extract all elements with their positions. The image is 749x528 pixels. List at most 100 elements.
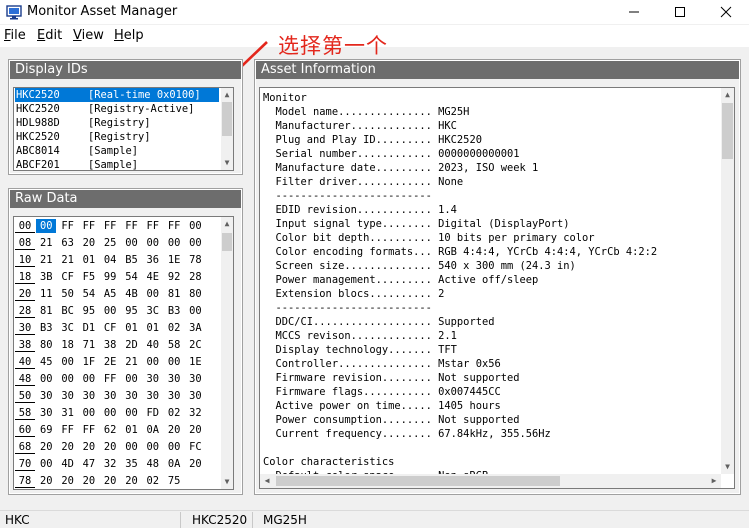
raw-byte-cell[interactable]: 01 [122, 321, 142, 335]
maximize-button[interactable] [657, 0, 703, 24]
raw-byte-cell[interactable]: 2D [122, 338, 142, 352]
raw-byte-cell[interactable]: 50 [58, 287, 78, 301]
raw-byte-cell[interactable]: 00 [79, 406, 99, 420]
raw-byte-cell[interactable]: 30 [100, 389, 120, 403]
raw-byte-cell[interactable]: 00 [122, 406, 142, 420]
display-ids-scrollbar[interactable]: ▲ ▼ [221, 88, 233, 170]
raw-byte-cell[interactable]: 00 [79, 372, 99, 386]
raw-data-scrollbar[interactable]: ▲ ▼ [221, 217, 233, 489]
raw-byte-cell[interactable]: B5 [122, 253, 142, 267]
raw-byte-cell[interactable]: 2E [100, 355, 120, 369]
menu-help[interactable]: Help [114, 28, 144, 43]
raw-byte-cell[interactable]: 00 [164, 236, 184, 250]
raw-byte-cell[interactable]: BC [58, 304, 78, 318]
raw-byte-cell[interactable]: 80 [36, 338, 56, 352]
raw-byte-cell[interactable]: 31 [58, 406, 78, 420]
raw-byte-cell[interactable]: 4E [143, 270, 163, 284]
raw-byte-cell[interactable]: 00 [164, 440, 184, 454]
raw-byte-cell[interactable]: 00 [143, 355, 163, 369]
raw-byte-cell[interactable] [185, 474, 205, 488]
raw-byte-cell[interactable]: 3C [143, 304, 163, 318]
raw-byte-cell[interactable]: 20 [185, 457, 205, 471]
raw-byte-cell[interactable]: 00 [100, 304, 120, 318]
raw-byte-cell[interactable]: 69 [36, 423, 56, 437]
raw-byte-cell[interactable]: 00 [185, 219, 205, 233]
raw-byte-cell[interactable]: 40 [143, 338, 163, 352]
scroll-down-icon[interactable]: ▼ [221, 475, 233, 489]
scroll-thumb[interactable] [222, 102, 232, 136]
raw-byte-cell[interactable]: 30 [164, 389, 184, 403]
raw-byte-cell[interactable]: 30 [36, 389, 56, 403]
raw-byte-cell[interactable]: 4D [58, 457, 78, 471]
scroll-up-icon[interactable]: ▲ [221, 88, 233, 102]
raw-byte-cell[interactable]: 30 [122, 389, 142, 403]
raw-byte-cell[interactable]: 62 [100, 423, 120, 437]
raw-byte-cell[interactable]: 35 [122, 457, 142, 471]
display-id-row[interactable]: ABCF201 [Sample] [15, 158, 219, 170]
minimize-button[interactable] [611, 0, 657, 24]
raw-byte-cell[interactable]: 20 [122, 474, 142, 488]
raw-byte-cell[interactable]: 25 [100, 236, 120, 250]
raw-byte-cell[interactable]: 30 [164, 372, 184, 386]
raw-byte-cell[interactable]: 1E [185, 355, 205, 369]
raw-byte-cell[interactable]: 00 [122, 440, 142, 454]
display-ids-list[interactable]: HKC2520 [Real-time 0x0100] HKC2520 [Regist… [13, 87, 234, 171]
display-id-row[interactable]: HKC2520 [Registry-Active] [15, 102, 219, 116]
raw-byte-cell[interactable]: 20 [100, 440, 120, 454]
raw-byte-cell[interactable]: 30 [143, 389, 163, 403]
raw-byte-cell[interactable]: FF [122, 219, 142, 233]
raw-byte-cell[interactable]: 38 [100, 338, 120, 352]
raw-byte-cell[interactable]: FF [58, 219, 78, 233]
raw-byte-cell[interactable]: 28 [185, 270, 205, 284]
raw-byte-cell[interactable]: FF [100, 372, 120, 386]
raw-byte-cell[interactable]: B3 [36, 321, 56, 335]
raw-byte-cell[interactable]: 20 [79, 236, 99, 250]
raw-byte-cell[interactable]: F5 [79, 270, 99, 284]
raw-byte-cell[interactable]: 00 [122, 236, 142, 250]
raw-byte-cell[interactable]: D1 [79, 321, 99, 335]
raw-byte-cell[interactable]: 32 [185, 406, 205, 420]
raw-byte-cell[interactable]: FF [143, 219, 163, 233]
raw-byte-cell[interactable]: FF [58, 423, 78, 437]
raw-byte-cell[interactable]: 95 [79, 304, 99, 318]
raw-byte-cell[interactable]: 00 [58, 355, 78, 369]
raw-byte-cell[interactable]: 95 [122, 304, 142, 318]
raw-byte-cell[interactable]: 54 [79, 287, 99, 301]
asset-info-hscrollbar[interactable]: ◀ ▶ [260, 474, 721, 488]
raw-byte-cell[interactable]: 48 [143, 457, 163, 471]
raw-byte-cell[interactable]: 00 [143, 236, 163, 250]
raw-byte-cell[interactable]: 47 [79, 457, 99, 471]
raw-byte-cell[interactable]: 20 [58, 474, 78, 488]
raw-byte-cell[interactable]: 54 [122, 270, 142, 284]
raw-byte-cell[interactable]: 75 [164, 474, 184, 488]
display-id-row[interactable]: HKC2520 [Real-time 0x0100] [15, 88, 219, 102]
raw-byte-cell[interactable]: 20 [58, 440, 78, 454]
menu-view[interactable]: View [73, 28, 104, 43]
raw-byte-cell[interactable]: 58 [164, 338, 184, 352]
raw-byte-cell[interactable]: 01 [143, 321, 163, 335]
raw-byte-cell[interactable]: CF [100, 321, 120, 335]
asset-info-vscrollbar[interactable]: ▲ ▼ [721, 88, 734, 474]
raw-byte-cell[interactable]: 0A [143, 423, 163, 437]
raw-byte-cell[interactable]: 00 [36, 219, 57, 233]
scroll-down-icon[interactable]: ▼ [721, 460, 734, 474]
raw-byte-cell[interactable]: 01 [122, 423, 142, 437]
raw-byte-cell[interactable]: 21 [122, 355, 142, 369]
menu-file[interactable]: File [4, 28, 26, 43]
raw-byte-cell[interactable]: 32 [100, 457, 120, 471]
raw-byte-cell[interactable]: 02 [164, 321, 184, 335]
raw-byte-cell[interactable]: CF [58, 270, 78, 284]
raw-byte-cell[interactable]: 00 [122, 372, 142, 386]
raw-byte-cell[interactable]: 3A [185, 321, 205, 335]
raw-byte-cell[interactable]: 71 [79, 338, 99, 352]
scroll-right-icon[interactable]: ▶ [707, 474, 721, 488]
raw-byte-cell[interactable]: FD [143, 406, 163, 420]
raw-byte-cell[interactable]: A5 [100, 287, 120, 301]
raw-byte-cell[interactable]: 30 [143, 372, 163, 386]
raw-byte-cell[interactable]: FF [164, 219, 184, 233]
raw-byte-cell[interactable]: 30 [36, 406, 56, 420]
raw-byte-cell[interactable]: 00 [185, 236, 205, 250]
raw-byte-cell[interactable]: FF [100, 219, 120, 233]
raw-byte-cell[interactable]: 21 [36, 253, 56, 267]
scroll-up-icon[interactable]: ▲ [721, 88, 734, 102]
